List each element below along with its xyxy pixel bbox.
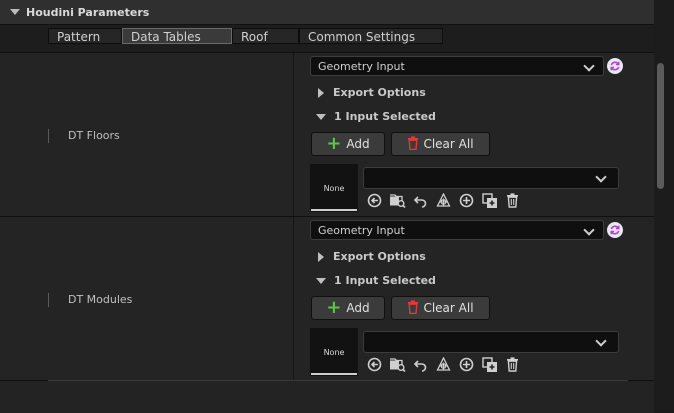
selected-inputs-label: 1 Input Selected (334, 274, 436, 287)
duplicate-icon[interactable] (481, 192, 498, 209)
export-options-label: Export Options (333, 86, 426, 99)
input-type-dropdown[interactable]: Geometry Input (310, 56, 604, 76)
tab-roof[interactable]: Roof (232, 28, 299, 44)
tab-common-settings[interactable]: Common Settings (299, 28, 443, 44)
param-label: DT Floors (48, 129, 120, 143)
param-label: DT Modules (48, 293, 133, 307)
expand-arrow-icon (318, 87, 324, 98)
selected-inputs-expander[interactable]: 1 Input Selected (316, 110, 436, 123)
indent-marker (48, 129, 49, 143)
actor-select-icon[interactable] (435, 192, 452, 209)
add-button-label: Add (346, 137, 370, 151)
input-type-value: Geometry Input (318, 224, 405, 237)
clear-all-button-label: Clear All (423, 301, 474, 315)
asset-picker-dropdown[interactable] (363, 167, 619, 189)
reset-to-default-icon[interactable] (607, 58, 623, 74)
reset-to-default-icon[interactable] (607, 222, 623, 238)
export-options-expander[interactable]: Export Options (316, 86, 426, 99)
export-options-label: Export Options (333, 250, 426, 263)
undo-icon[interactable] (412, 356, 429, 373)
chevron-down-icon (583, 224, 595, 236)
find-in-browser-icon[interactable] (389, 192, 406, 209)
tab-pattern[interactable]: Pattern (48, 28, 122, 44)
thumbnail-label: None (323, 183, 345, 193)
chevron-down-icon (595, 171, 607, 183)
add-button[interactable]: + Add (311, 296, 385, 320)
chevron-down-icon (595, 335, 607, 347)
asset-thumbnail[interactable]: None (310, 164, 358, 212)
asset-picker-dropdown[interactable] (363, 331, 619, 353)
clear-all-button[interactable]: Clear All (391, 132, 490, 156)
trash-icon (407, 135, 419, 153)
thumbnail-label: None (323, 347, 345, 357)
browse-back-icon[interactable] (366, 356, 383, 373)
add-button-label: Add (346, 301, 370, 315)
thumbnail-underline (311, 209, 357, 211)
scrollbar-thumb[interactable] (657, 63, 664, 189)
add-circle-icon[interactable] (458, 192, 475, 209)
collapse-arrow-icon (316, 277, 326, 284)
param-name-cell: DT Floors (0, 53, 294, 216)
clear-all-button-label: Clear All (423, 137, 474, 151)
asset-toolbar (366, 356, 521, 373)
indent-marker (48, 293, 49, 307)
add-circle-icon[interactable] (458, 356, 475, 373)
tabs-row: Pattern Data Tables Roof Common Settings (0, 25, 654, 52)
thumbnail-underline (311, 373, 357, 375)
section-title: Houdini Parameters (26, 5, 150, 19)
houdini-parameters-panel: Houdini Parameters Pattern Data Tables R… (0, 0, 674, 413)
add-button[interactable]: + Add (311, 132, 385, 156)
vertical-scrollbar[interactable] (654, 0, 674, 412)
input-type-dropdown[interactable]: Geometry Input (310, 220, 604, 240)
plus-icon: + (326, 297, 342, 318)
duplicate-icon[interactable] (481, 356, 498, 373)
param-label-text: DT Floors (68, 129, 120, 142)
asset-toolbar (366, 192, 521, 209)
clear-all-button[interactable]: Clear All (391, 296, 490, 320)
param-label-text: DT Modules (68, 293, 133, 306)
plus-icon: + (326, 133, 342, 154)
export-options-expander[interactable]: Export Options (316, 250, 426, 263)
selected-inputs-label: 1 Input Selected (334, 110, 436, 123)
chevron-down-icon (583, 60, 595, 72)
asset-thumbnail[interactable]: None (310, 328, 358, 376)
selected-inputs-expander[interactable]: 1 Input Selected (316, 274, 436, 287)
actor-select-icon[interactable] (435, 356, 452, 373)
collapse-arrow-icon (316, 113, 326, 120)
expand-arrow-icon (318, 251, 324, 262)
delete-icon[interactable] (504, 356, 521, 373)
collapse-arrow-icon[interactable] (10, 9, 20, 15)
tab-data-tables[interactable]: Data Tables (122, 28, 232, 44)
delete-icon[interactable] (504, 192, 521, 209)
row-divider (48, 380, 628, 381)
tab-strip: Pattern Data Tables Roof Common Settings (48, 28, 443, 44)
section-header[interactable]: Houdini Parameters (0, 0, 654, 25)
input-type-value: Geometry Input (318, 60, 405, 73)
empty-row (0, 380, 654, 413)
param-name-cell: DT Modules (0, 217, 294, 381)
find-in-browser-icon[interactable] (389, 356, 406, 373)
trash-icon (407, 299, 419, 317)
browse-back-icon[interactable] (366, 192, 383, 209)
undo-icon[interactable] (412, 192, 429, 209)
